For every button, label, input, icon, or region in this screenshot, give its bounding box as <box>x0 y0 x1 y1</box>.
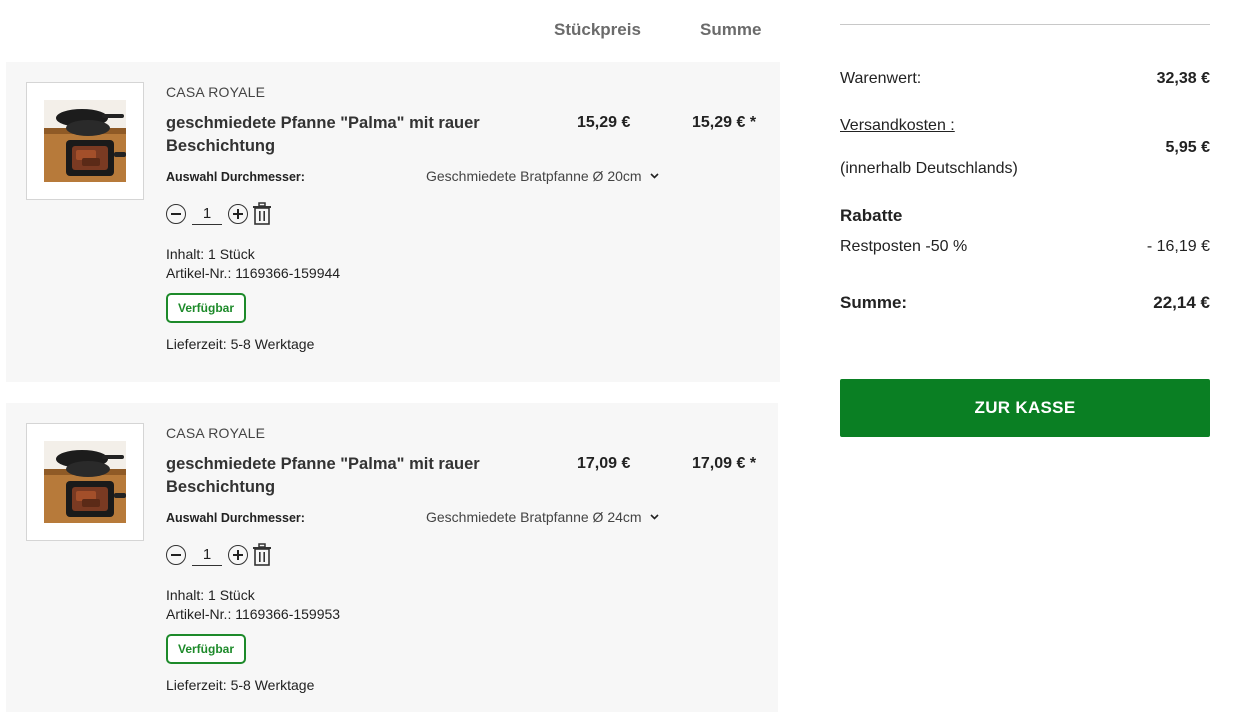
diameter-select-value: Geschmiedete Bratpfanne Ø 20cm <box>426 168 642 184</box>
shipping-costs-link[interactable]: Versandkosten : <box>840 117 955 134</box>
option-label: Auswahl Durchmesser: <box>166 511 305 525</box>
goods-label: Warenwert: <box>840 70 922 87</box>
checkout-button[interactable]: ZUR KASSE <box>840 379 1210 437</box>
diameter-select[interactable]: Geschmiedete Bratpfanne Ø 24cm <box>426 509 659 525</box>
cart-item: CASA ROYALE geschmiedete Pfanne "Palma" … <box>6 403 778 712</box>
article-number: Artikel-Nr.: 1169366-159944 <box>166 265 341 281</box>
summary-discount-row: Restposten -50 % - 16,19 € <box>840 238 1210 256</box>
column-header-unit-price: Stückpreis <box>554 20 641 39</box>
summary-shipping-note-row: (innerhalb Deutschlands) <box>840 160 1210 178</box>
availability-badge: Verfügbar <box>166 634 247 664</box>
cart-item: CASA ROYALE geschmiedete Pfanne "Palma" … <box>6 62 780 382</box>
product-title-link[interactable]: geschmiedete Pfanne "Palma" mit rauer Be… <box>166 112 496 158</box>
trash-icon[interactable] <box>252 543 272 567</box>
discounts-heading: Rabatte <box>840 206 903 225</box>
summary-goods-row: Warenwert: 32,38 € <box>840 70 1210 88</box>
delivery-time: Lieferzeit: 5-8 Werktage <box>166 336 315 352</box>
minus-circle-icon[interactable] <box>166 545 186 565</box>
chevron-down-icon <box>649 511 659 523</box>
quantity-stepper <box>166 202 272 226</box>
column-header-sum: Summe <box>700 20 762 39</box>
product-brand: CASA ROYALE <box>166 425 266 441</box>
plus-circle-icon[interactable] <box>228 545 248 565</box>
pan-product-photo <box>44 441 126 523</box>
discount-label: Restposten -50 % <box>840 238 968 255</box>
diameter-select-value: Geschmiedete Bratpfanne Ø 24cm <box>426 509 642 525</box>
unit-price: 15,29 € <box>577 114 631 131</box>
quantity-stepper <box>166 543 272 567</box>
quantity-input[interactable] <box>192 203 222 225</box>
chevron-down-icon <box>649 170 659 182</box>
delivery-time: Lieferzeit: 5-8 Werktage <box>166 677 315 693</box>
discount-value: - 16,19 € <box>1146 238 1210 255</box>
summary-total-row: Summe: 22,14 € <box>840 293 1210 313</box>
quantity-input[interactable] <box>192 544 222 566</box>
option-label: Auswahl Durchmesser: <box>166 170 305 184</box>
unit-price: 17,09 € <box>577 455 631 472</box>
shipping-note: (innerhalb Deutschlands) <box>840 160 1018 177</box>
plus-circle-icon[interactable] <box>228 204 248 224</box>
cart-page: Stückpreis Summe CASA ROYALE geschmiedet… <box>0 0 1258 712</box>
goods-value: 32,38 € <box>1156 70 1210 87</box>
product-brand: CASA ROYALE <box>166 84 266 100</box>
product-content: Inhalt: 1 Stück <box>166 246 255 262</box>
summary-shipping-row: Versandkosten : 5,95 € <box>840 117 1210 156</box>
summary-discounts-heading-row: Rabatte <box>840 206 1210 226</box>
line-total: 17,09 € * <box>692 455 757 472</box>
total-value: 22,14 € <box>1153 293 1210 312</box>
product-content: Inhalt: 1 Stück <box>166 587 255 603</box>
line-total: 15,29 € * <box>692 114 757 131</box>
minus-circle-icon[interactable] <box>166 204 186 224</box>
trash-icon[interactable] <box>252 202 272 226</box>
product-title-link[interactable]: geschmiedete Pfanne "Palma" mit rauer Be… <box>166 453 496 499</box>
shipping-value: 5,95 € <box>1165 139 1210 156</box>
summary-divider <box>840 24 1210 25</box>
availability-badge: Verfügbar <box>166 293 247 323</box>
pan-product-photo <box>44 100 126 182</box>
article-number: Artikel-Nr.: 1169366-159953 <box>166 606 341 622</box>
product-image[interactable] <box>26 423 144 541</box>
product-image[interactable] <box>26 82 144 200</box>
diameter-select[interactable]: Geschmiedete Bratpfanne Ø 20cm <box>426 168 659 184</box>
total-label: Summe: <box>840 293 908 312</box>
